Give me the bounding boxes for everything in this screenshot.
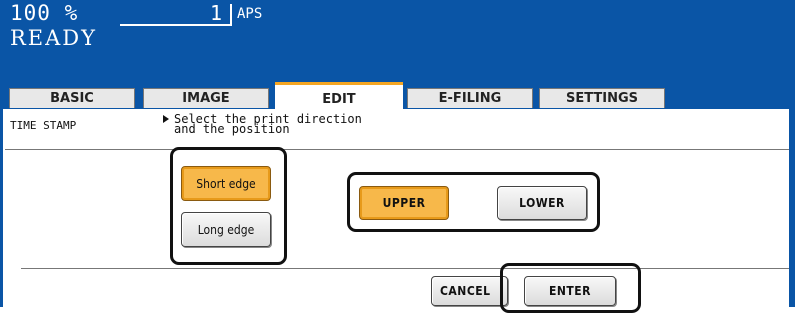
tab-bar: BASIC IMAGE EDIT E-FILING SETTINGS <box>0 82 795 109</box>
direction-group <box>170 147 287 265</box>
function-label: TIME STAMP <box>10 119 77 132</box>
lower-button[interactable]: LOWER <box>497 186 587 220</box>
copies-count: 1 <box>210 1 223 25</box>
upper-button[interactable]: UPPER <box>359 186 449 220</box>
short-edge-button[interactable]: Short edge <box>181 166 271 201</box>
instruction-text: Select the print direction and the posit… <box>163 113 362 136</box>
instruction-line-2: and the position <box>174 122 290 136</box>
cancel-button[interactable]: CANCEL <box>431 276 508 306</box>
right-border <box>789 109 795 307</box>
arrow-right-icon <box>163 115 169 123</box>
paper-mode: APS <box>237 6 263 22</box>
divider <box>21 268 795 269</box>
tab-e-filing[interactable]: E-FILING <box>407 88 533 108</box>
tab-image[interactable]: IMAGE <box>143 88 269 108</box>
long-edge-button[interactable]: Long edge <box>181 212 271 247</box>
tab-basic[interactable]: BASIC <box>9 88 135 108</box>
machine-status: READY <box>10 26 98 50</box>
status-bar: 100 % 1 APS READY <box>0 0 795 88</box>
tab-settings[interactable]: SETTINGS <box>539 88 665 108</box>
zoom-value: 100 % <box>10 1 79 25</box>
enter-button[interactable]: ENTER <box>524 276 616 306</box>
divider <box>5 149 791 150</box>
tab-edit[interactable]: EDIT <box>275 82 403 109</box>
edit-panel: TIME STAMP Select the print direction an… <box>0 109 795 313</box>
